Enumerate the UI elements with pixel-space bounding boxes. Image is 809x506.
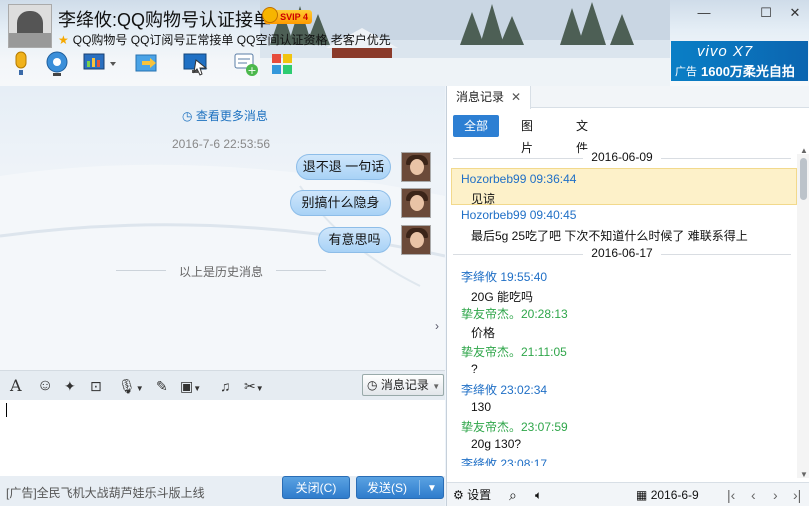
date-separator: 2016-06-09 xyxy=(447,150,797,166)
history-divider: 以上是历史消息 xyxy=(116,263,326,280)
close-button[interactable]: 关闭(C) xyxy=(282,476,350,499)
message-history-button[interactable]: ◷ 消息记录 ▼ xyxy=(362,374,444,396)
message-timestamp: 2016-7-6 22:53:56 xyxy=(172,137,271,151)
text-caret xyxy=(6,403,7,417)
contact-signature: ★ QQ购物号 QQ订阅号正常接单 QQ空间认证资格 老客户优先 xyxy=(58,33,391,47)
last-page-icon[interactable]: ›| xyxy=(793,485,801,505)
message-text: 20G 能吃吗 xyxy=(471,290,534,304)
ad-slogan: 1600万柔光自拍 xyxy=(701,64,795,79)
scroll-up-icon[interactable]: ▲ xyxy=(800,146,808,155)
apps-grid-icon[interactable] xyxy=(270,50,294,78)
svip-badge[interactable]: SVIP 4 xyxy=(262,7,312,24)
message-sender: 挚友帝杰。21:11:05 xyxy=(461,345,567,359)
filter-all[interactable]: 全部 xyxy=(453,115,499,137)
minimize-icon[interactable]: — xyxy=(697,6,711,20)
crown-icon xyxy=(262,7,278,23)
scroll-down-icon[interactable]: ▼ xyxy=(800,470,808,479)
message-sender: 李绛攸 23:02:34 xyxy=(461,383,548,397)
history-footer: ⚙ 设置 ⌕ 🔈︎ ▦ 2016-6-9 |‹ ‹ › ›| xyxy=(447,482,809,506)
screen-share-icon[interactable] xyxy=(82,50,118,78)
message-bubble[interactable]: 别搞什么隐身 xyxy=(290,190,391,216)
close-tab-icon[interactable]: ✕ xyxy=(511,86,521,108)
message-text: 价格 xyxy=(471,326,496,340)
sender-avatar[interactable] xyxy=(401,152,431,182)
next-page-icon[interactable]: › xyxy=(773,485,778,505)
date-picker[interactable]: ▦ 2016-6-9 xyxy=(636,485,699,505)
scrollbar-thumb[interactable] xyxy=(800,158,807,200)
calendar-icon: ▦ xyxy=(636,488,648,502)
microphone-icon[interactable] xyxy=(8,50,34,78)
scissors-icon[interactable]: ✂▼ xyxy=(244,377,264,395)
contact-name: 李绛攸:QQ购物号认证接单 xyxy=(58,10,272,30)
panel-tab-bar: 消息记录 ✕ xyxy=(447,86,809,109)
message-bubble[interactable]: 有意思吗 xyxy=(318,227,391,253)
bottom-bar: [广告]全民飞机大战葫芦娃乐斗版上线 关闭(C) 发送(S) ▼ xyxy=(0,476,445,506)
music-icon[interactable]: ♫ xyxy=(220,377,231,395)
send-file-icon[interactable] xyxy=(134,50,160,78)
close-icon[interactable]: ✕ xyxy=(788,6,802,20)
message-history-panel: 消息记录 ✕ 全部 图片 文件 2016-06-09 Hozorbeb99 09… xyxy=(446,86,809,506)
collapse-panel-arrow-icon[interactable]: › xyxy=(435,306,445,346)
font-icon[interactable]: A xyxy=(10,377,22,395)
video-camera-icon[interactable] xyxy=(44,50,70,78)
message-sender: 挚友帝杰。23:07:59 xyxy=(461,420,568,434)
vivo-ad-banner[interactable]: vivo X7 广告 1600万柔光自拍 xyxy=(671,41,808,81)
message-text: ? xyxy=(471,362,478,376)
magic-icon[interactable]: ✦ xyxy=(64,377,76,395)
image-icon[interactable]: ▣▼ xyxy=(180,377,201,395)
history-scrollbar[interactable]: ▲ ▼ xyxy=(797,146,809,479)
sender-avatar[interactable] xyxy=(401,225,431,255)
svg-text:+: + xyxy=(247,64,256,77)
clock-icon: ◷ xyxy=(182,109,193,123)
chat-message-area[interactable]: ◷ 查看更多消息 2016-7-6 22:53:56 退不退 一句话 别搞什么隐… xyxy=(0,86,445,370)
chevron-down-icon: ▼ xyxy=(432,382,441,391)
maximize-icon[interactable]: ☐ xyxy=(759,6,773,20)
date-separator: 2016-06-17 xyxy=(447,246,797,262)
message-sender: Hozorbeb99 09:40:45 xyxy=(461,208,577,222)
screenshot-icon[interactable]: ⊡ xyxy=(90,377,102,395)
message-text: 20g 130? xyxy=(471,437,522,451)
chevron-down-icon[interactable]: ▼ xyxy=(427,477,437,500)
filter-images[interactable]: 图片 xyxy=(521,115,533,155)
sender-avatar[interactable] xyxy=(401,188,431,218)
emoji-icon[interactable]: ☺ xyxy=(37,377,53,395)
ad-brand: vivo X7 xyxy=(697,43,754,60)
remote-desktop-icon[interactable] xyxy=(182,50,210,78)
message-sender: Hozorbeb99 09:36:44 xyxy=(461,172,577,186)
tab-message-history[interactable]: 消息记录 ✕ xyxy=(447,86,531,109)
contact-avatar[interactable] xyxy=(8,4,52,48)
history-message-list[interactable]: 2016-06-09 Hozorbeb99 09:36:44 见谅 Hozorb… xyxy=(447,146,797,466)
message-sender: 李绛攸 19:55:40 xyxy=(461,270,548,284)
settings-button[interactable]: ⚙ 设置 xyxy=(453,485,491,505)
gear-icon: ⚙ xyxy=(453,488,464,502)
previous-page-icon[interactable]: ‹ xyxy=(751,485,756,505)
clock-icon: ◷ xyxy=(367,378,378,392)
first-page-icon[interactable]: |‹ xyxy=(727,485,735,505)
title-bar: 李绛攸:QQ购物号认证接单 SVIP 4 ★ QQ购物号 QQ订阅号正常接单 QQ… xyxy=(0,0,809,86)
message-sender: 李绛攸 23:08:17 xyxy=(461,457,548,466)
speaker-icon[interactable]: 🔈︎ xyxy=(535,485,542,505)
search-icon[interactable]: ⌕ xyxy=(509,485,517,505)
ad-link[interactable]: [广告]全民飞机大战葫芦娃乐斗版上线 xyxy=(6,484,205,501)
ad-tag: 广告 xyxy=(675,66,697,78)
edit-icon[interactable]: ✎ xyxy=(156,377,168,395)
message-text: 130 xyxy=(471,400,492,414)
send-button[interactable]: 发送(S) ▼ xyxy=(356,476,444,499)
star-icon: ★ xyxy=(58,33,69,47)
input-toolbar: A ☺ ✦ ⊡ 🎙︎▼ ✎ ▣▼ ♫ ✂▼ ◷ 消息记录 ▼ xyxy=(0,370,445,400)
voice-icon[interactable]: 🎙︎▼ xyxy=(118,377,144,395)
message-sender: 挚友帝杰。20:28:13 xyxy=(461,307,568,321)
view-more-messages-link[interactable]: ◷ 查看更多消息 xyxy=(182,107,268,124)
message-input[interactable] xyxy=(0,400,445,476)
message-text: 最后5g 25吃了吧 下次不知道什么时候了 难联系得上 xyxy=(471,229,748,243)
filter-files[interactable]: 文件 xyxy=(576,115,588,155)
message-text: 见谅 xyxy=(471,192,496,206)
create-discussion-icon[interactable]: + xyxy=(232,50,260,78)
message-bubble[interactable]: 退不退 一句话 xyxy=(296,154,391,180)
